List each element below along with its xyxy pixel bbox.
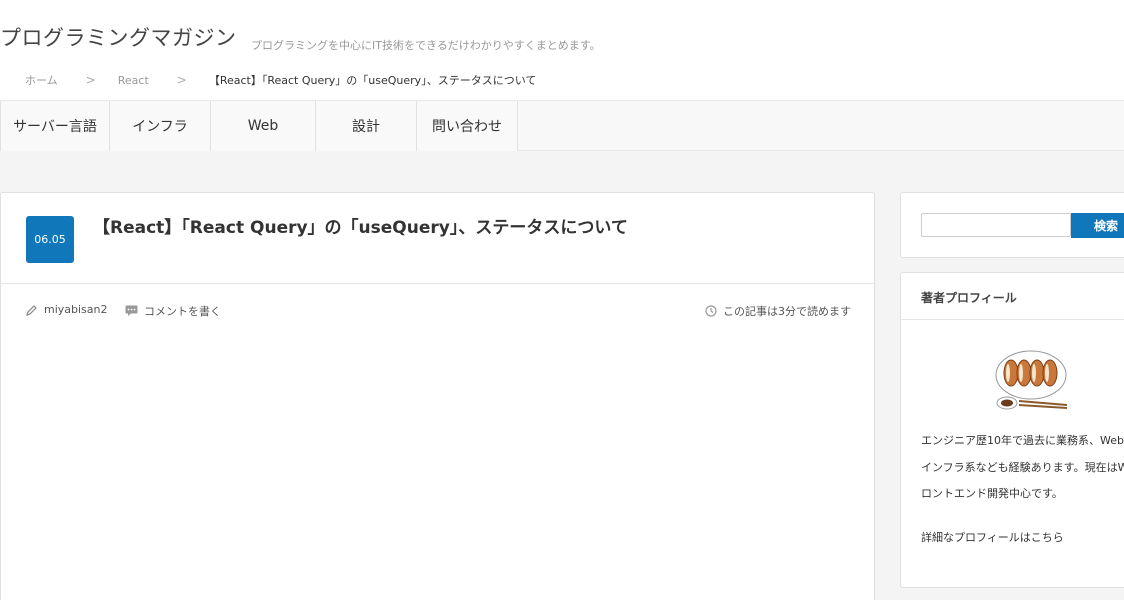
breadcrumb-category[interactable]: React [118,74,149,87]
pencil-icon [26,304,37,316]
divider [1,283,874,284]
comment-label[interactable]: コメントを書く [144,303,221,319]
nav-item-web[interactable]: Web [211,101,316,151]
breadcrumb-current: 【React】「React Query」の「useQuery」、ステータスについ… [208,74,537,87]
article-author[interactable]: miyabisan2 [26,303,108,316]
clock-icon [705,305,717,317]
profile-bio-line: インフラ系なども経験あります。現在はWebフ [921,460,1124,474]
breadcrumb: ホーム > React > 【React】「React Query」の「useQ… [25,72,536,88]
breadcrumb-home[interactable]: ホーム [25,72,58,88]
profile-heading: 著者プロフィール [921,291,1017,305]
profile-bio-line: ロントエンド開発中心です。 [921,487,1063,500]
profile-header: 著者プロフィール [901,273,1124,320]
nav-item-server-language[interactable]: サーバー言語 [0,101,110,151]
article-title: 【React】「React Query」の「useQuery」、ステータスについ… [93,218,628,238]
read-time-label: この記事は3分で読めます [723,305,851,318]
nav-item-design[interactable]: 設計 [316,101,417,151]
site-header: プログラミングマガジン プログラミングを中心にIT技術をできるだけわかりやすくま… [0,0,1124,100]
profile-bio-line: エンジニア歴10年で過去に業務系、Web系、 [921,434,1124,447]
breadcrumb-chevron-icon: > [176,73,187,87]
profile-detail-link[interactable]: 詳細なプロフィールはこちら [921,529,1064,545]
site-title[interactable]: プログラミングマガジン [0,22,237,52]
search-button[interactable]: 検索 [1071,213,1124,238]
date-badge: 06.05 [26,216,74,263]
search-widget: 検索 [900,192,1124,258]
comment-icon [125,305,138,316]
author-name[interactable]: miyabisan2 [44,303,108,316]
site-tagline: プログラミングを中心にIT技術をできるだけわかりやすくまとめます。 [251,39,601,52]
read-time: この記事は3分で読めます [705,303,851,319]
article-card: 06.05 【React】「React Query」の「useQuery」、ステ… [0,192,875,600]
profile-widget: 著者プロフィール エンジニア歴10年で過去に業務系、Web系、 インフラ系なども… [900,272,1124,588]
breadcrumb-chevron-icon: > [85,73,96,87]
nav-item-infra[interactable]: インフラ [110,101,211,151]
nav-item-contact[interactable]: 問い合わせ [417,101,518,151]
search-input[interactable] [921,213,1071,237]
main-nav: サーバー言語 インフラ Web 設計 問い合わせ [0,100,1124,151]
profile-bio: エンジニア歴10年で過去に業務系、Web系、 インフラ系なども経験あります。現在… [921,428,1124,508]
gyoza-avatar-icon [995,350,1068,410]
comment-link[interactable]: コメントを書く [125,303,221,319]
